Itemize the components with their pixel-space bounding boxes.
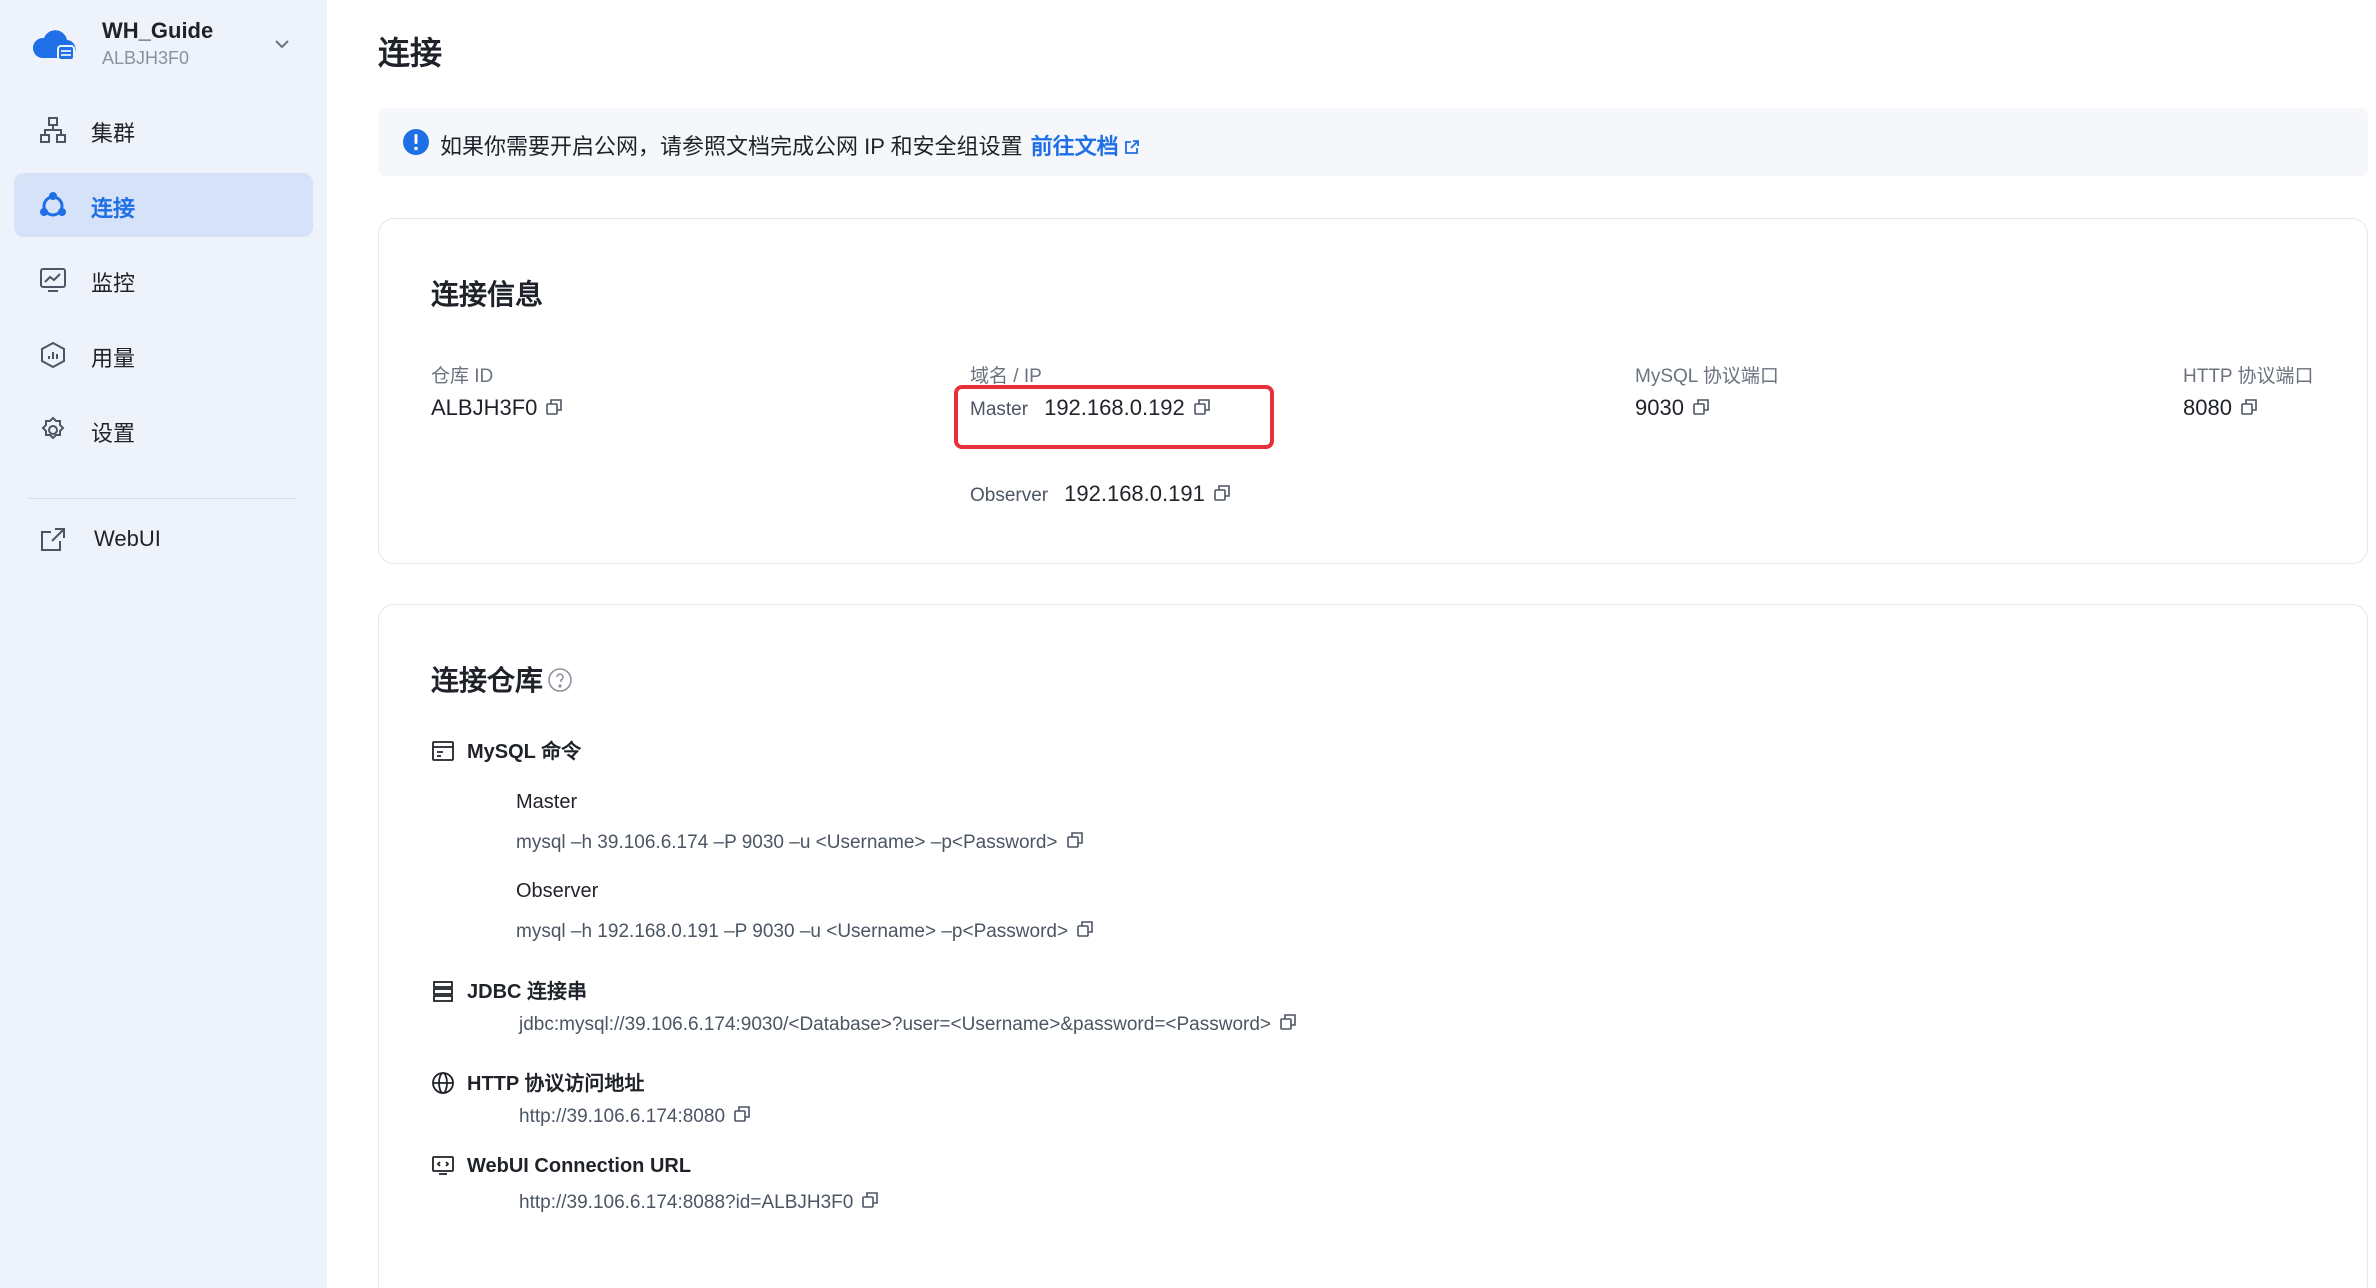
copy-icon[interactable] [2240,398,2258,416]
http-address: http://39.106.6.174:8080 [519,1105,751,1128]
master-ip-row: Master 192.168.0.192 [970,395,1211,421]
info-icon [403,129,429,155]
mysql-port: 9030 [1635,395,1684,420]
mysql-label: MySQL 命令 [467,741,582,763]
docs-link[interactable]: 前往文档 [1031,134,1141,159]
terminal-icon [432,741,454,761]
card-title: 连接仓库 [431,665,544,696]
card-title-wrap: 连接仓库 [431,659,573,699]
mysql-section: MySQL 命令 [431,735,581,764]
sidebar-item-usage[interactable]: 用量 [14,323,313,387]
chevron-down-icon[interactable] [270,32,294,56]
globe-icon [432,1072,454,1094]
observer-ip-row: Observer 192.168.0.191 [970,481,1231,507]
sidebar-item-cluster[interactable]: 集群 [14,98,313,162]
mysql-observer-command: mysql –h 192.168.0.191 –P 9030 –u <Usern… [516,920,1094,943]
workspace-name: WH_Guide [102,18,214,43]
sidebar-item-label: 设置 [91,421,136,446]
copy-icon[interactable] [1193,398,1211,416]
http-value: http://39.106.6.174:8080 [519,1106,726,1127]
sidebar-item-settings[interactable]: 设置 [14,398,313,462]
docs-link-label[interactable]: 前往文档 [1031,134,1119,159]
copy-icon[interactable] [1076,920,1094,938]
sidebar-item-label: 用量 [91,346,136,371]
mysql-observer-label: Observer [516,880,599,902]
connection-info-card: 连接信息 仓库 ID ALBJH3F0 域名 / IP Master 192.16… [378,218,2368,564]
master-label: Master [970,399,1029,420]
mysql-master-command: mysql –h 39.106.6.174 –P 9030 –u <Userna… [516,831,1084,854]
copy-icon[interactable] [733,1105,751,1123]
sidebar-divider [28,498,296,499]
database-icon [433,981,453,1002]
mysql-master-label: Master [516,791,578,813]
mysql-observer-cmd: mysql –h 192.168.0.191 –P 9030 –u <Usern… [516,921,1069,942]
sidebar-item-label: 连接 [91,196,136,221]
copy-icon[interactable] [1213,484,1231,502]
copy-icon[interactable] [1692,398,1710,416]
domain-label: 域名 / IP [970,366,1042,387]
settings-icon [41,416,65,440]
sidebar-item-connect[interactable]: 连接 [14,173,313,237]
connect-warehouse-card: 连接仓库 MySQL 命令 Master mysql –h 39.106.6.1… [378,604,2368,1288]
mysql-port-label: MySQL 协议端口 [1635,366,1779,387]
banner-text-wrap: 如果你需要开启公网，请参照文档完成公网 IP 和安全组设置 前往文档 [440,129,1141,161]
webui-icon [432,1156,454,1175]
sidebar-item-label: WebUI [94,526,161,551]
banner-text: 如果你需要开启公网，请参照文档完成公网 IP 和安全组设置 [440,134,1023,159]
copy-icon[interactable] [1066,831,1084,849]
workspace-switcher[interactable]: WH_Guide ALBJH3F0 [30,14,300,74]
webui-url: http://39.106.6.174:8088?id=ALBJH3F0 [519,1191,879,1214]
sidebar-item-webui[interactable]: WebUI [14,508,313,572]
sidebar-item-label: 集群 [91,121,136,146]
webui-section: WebUI Connection URL [431,1153,691,1178]
usage-icon [41,341,65,369]
warehouse-id: ALBJH3F0 [431,395,538,420]
help-icon[interactable] [547,667,573,693]
http-port-value: 8080 [2183,395,2258,421]
warehouse-id-value: ALBJH3F0 [431,395,563,421]
mysql-port-value: 9030 [1635,395,1710,421]
page-title: 连接 [378,35,443,71]
webui-value: http://39.106.6.174:8088?id=ALBJH3F0 [519,1192,854,1213]
copy-icon[interactable] [545,398,563,416]
warehouse-id-label: 仓库 ID [431,366,494,387]
sidebar-item-label: 监控 [91,271,136,296]
http-section: HTTP 协议访问地址 [431,1067,644,1096]
external-link-icon [41,528,65,551]
jdbc-section: JDBC 连接串 [431,975,587,1004]
sidebar: WH_Guide ALBJH3F0 集群 连接 监控 用量 设置 WebUI [0,0,327,1288]
mysql-master-cmd: mysql –h 39.106.6.174 –P 9030 –u <Userna… [516,832,1058,853]
observer-label: Observer [970,485,1049,506]
monitor-icon [40,268,66,292]
master-ip: 192.168.0.192 [1044,395,1185,420]
http-label: HTTP 协议访问地址 [467,1073,645,1095]
http-port: 8080 [2183,395,2232,420]
cloud-logo-icon [32,30,76,61]
copy-icon[interactable] [861,1191,879,1209]
http-port-label: HTTP 协议端口 [2183,366,2314,387]
connect-icon [40,192,66,217]
sidebar-item-monitor[interactable]: 监控 [14,248,313,312]
jdbc-value: jdbc:mysql://39.106.6.174:9030/<Database… [519,1014,1272,1035]
workspace-id: ALBJH3F0 [102,48,190,68]
cluster-icon [40,117,66,143]
info-banner: 如果你需要开启公网，请参照文档完成公网 IP 和安全组设置 前往文档 [378,108,2368,176]
copy-icon[interactable] [1279,1013,1297,1031]
webui-label: WebUI Connection URL [467,1155,692,1177]
external-link-icon[interactable] [1123,138,1141,156]
main-content: 连接 如果你需要开启公网，请参照文档完成公网 IP 和安全组设置 前往文档 连接信… [327,0,2376,1288]
jdbc-label: JDBC 连接串 [467,981,588,1003]
observer-ip: 192.168.0.191 [1064,481,1205,506]
card-title: 连接信息 [431,279,544,310]
jdbc-string: jdbc:mysql://39.106.6.174:9030/<Database… [519,1013,1297,1036]
